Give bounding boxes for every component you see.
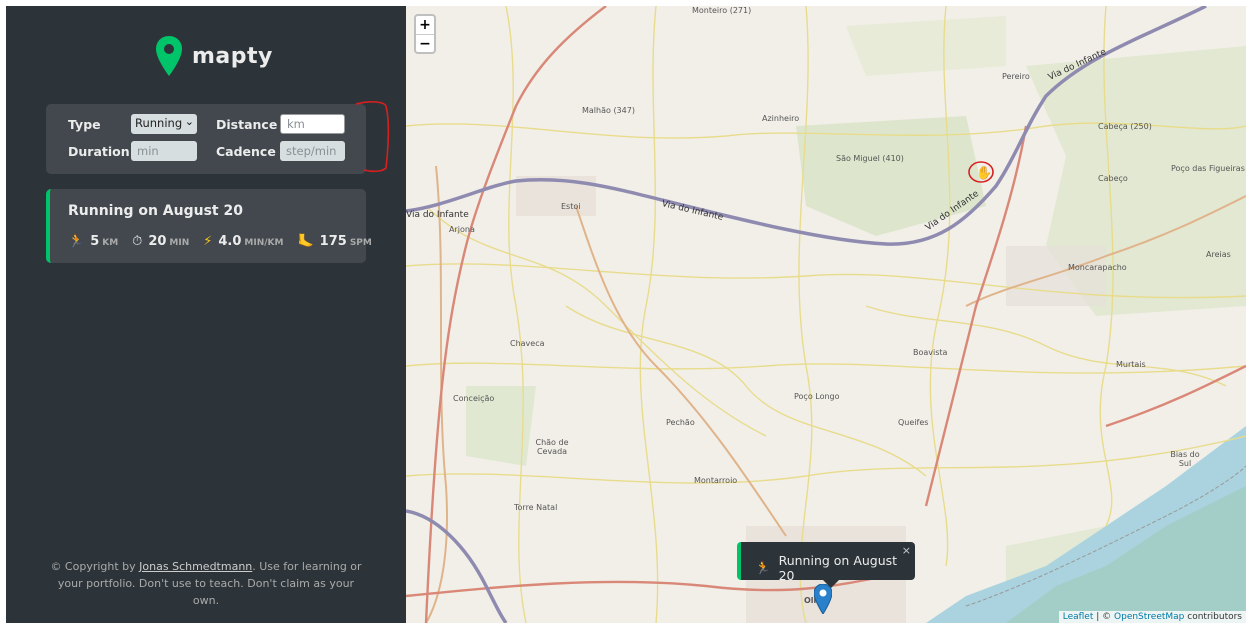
map[interactable]: ✋ + − Monteiro (271) Malhão (347) Azinhe…	[406, 6, 1246, 623]
logo: mapty	[156, 36, 273, 76]
place-label: Torre Natal	[514, 503, 558, 512]
attribution-separator: | ©	[1093, 612, 1115, 622]
duration-input[interactable]	[131, 141, 197, 161]
zoom-out-button[interactable]: −	[416, 34, 434, 52]
sidebar: mapty Type Running ⌄ Distance Duration C…	[6, 6, 406, 623]
place-label: Estoi	[561, 202, 581, 211]
app-window: mapty Type Running ⌄ Distance Duration C…	[6, 6, 1246, 623]
place-label: Cabeço	[1098, 174, 1128, 183]
footprint-icon: 🦶	[297, 234, 314, 249]
cadence-input[interactable]	[280, 141, 345, 161]
cadence-value: 175	[319, 234, 347, 249]
distance-value: 5	[90, 234, 100, 249]
type-select[interactable]: Running ⌄	[131, 114, 197, 134]
place-label: Arjona	[449, 225, 475, 234]
close-icon[interactable]: ×	[902, 544, 911, 557]
place-label: Queifes	[898, 418, 929, 427]
cadence-label: Cadence	[216, 144, 276, 159]
workout-popup[interactable]: 🏃 Running on August 20 ×	[737, 542, 915, 588]
runner-icon: 🏃	[755, 560, 771, 575]
map-attribution: Leaflet | © OpenStreetMap contributors	[1058, 611, 1246, 623]
road-label: Via do Infante	[406, 210, 469, 220]
workout-duration: ⏱ 20 MIN	[132, 234, 189, 249]
duration-unit: MIN	[169, 238, 190, 248]
place-label: Conceição	[453, 394, 495, 403]
popup-text: Running on August 20	[778, 553, 898, 583]
workout-distance: 🏃 5 KM	[68, 234, 118, 249]
place-label: Moncarapacho	[1068, 263, 1127, 272]
red-bracket-annotation	[355, 101, 390, 173]
duration-value: 20	[148, 234, 167, 249]
workout-form: Type Running ⌄ Distance Duration Cadence	[46, 104, 366, 174]
place-label: Chão de Cevada	[535, 438, 569, 456]
place-label: Chaveca	[510, 339, 545, 348]
form-row-2: Duration Cadence	[46, 141, 366, 163]
runner-icon: 🏃	[68, 234, 85, 249]
workout-details: 🏃 5 KM ⏱ 20 MIN ⚡ 4.0 MIN/KM 🦶 175 SPM	[68, 234, 386, 249]
zoom-control: + −	[414, 14, 436, 54]
place-label: Azinheiro	[762, 114, 800, 123]
place-label: Pereiro	[1002, 72, 1030, 81]
logo-text: mapty	[192, 43, 273, 69]
stopwatch-icon: ⏱	[132, 234, 143, 249]
place-label: Murtais	[1116, 360, 1146, 369]
map-tiles: ✋	[406, 6, 1246, 623]
workout-cadence: 🦶 175 SPM	[297, 234, 371, 249]
lightning-icon: ⚡	[203, 234, 213, 249]
workout-title: Running on August 20	[68, 203, 243, 219]
place-label: Cabeça (250)	[1098, 122, 1152, 131]
pace-unit: MIN/KM	[244, 238, 284, 248]
place-label: Pechão	[666, 418, 695, 427]
leaflet-link[interactable]: Leaflet	[1063, 612, 1094, 622]
distance-input[interactable]	[280, 114, 345, 134]
place-label: Boavista	[913, 348, 948, 357]
map-marker-icon[interactable]	[814, 584, 832, 614]
map-pin-logo-icon	[156, 36, 182, 76]
type-label: Type	[68, 117, 101, 132]
form-row-1: Type Running ⌄ Distance	[46, 114, 366, 136]
zoom-in-button[interactable]: +	[416, 16, 434, 34]
type-select-value: Running	[135, 116, 183, 130]
place-label: Montarroio	[694, 476, 738, 485]
distance-label: Distance	[216, 117, 278, 132]
osm-link[interactable]: OpenStreetMap	[1114, 612, 1184, 622]
author-link[interactable]: Jonas Schmedtmann	[139, 560, 252, 573]
attribution-tail: contributors	[1184, 612, 1242, 622]
hand-cursor-icon: ✋	[976, 165, 992, 181]
place-label: Monteiro (271)	[692, 6, 752, 15]
pace-value: 4.0	[218, 234, 242, 249]
place-label: Poço Longo	[794, 392, 840, 401]
cadence-unit: SPM	[349, 238, 372, 248]
popup-content: 🏃 Running on August 20	[755, 553, 915, 583]
place-label: Poço das Figueiras	[1171, 164, 1245, 173]
place-label: Bias do Sul	[1170, 450, 1200, 468]
place-label: Areias	[1206, 250, 1231, 259]
workout-pace: ⚡ 4.0 MIN/KM	[203, 234, 283, 249]
chevron-down-icon: ⌄	[182, 115, 194, 128]
place-label: São Miguel (410)	[836, 154, 904, 163]
workout-item[interactable]: Running on August 20 🏃 5 KM ⏱ 20 MIN ⚡ 4…	[46, 189, 372, 263]
copyright: © Copyright by Jonas Schmedtmann. Use fo…	[46, 558, 366, 609]
distance-unit: KM	[102, 238, 119, 248]
copyright-prefix: © Copyright by	[50, 560, 140, 573]
place-label: Malhão (347)	[582, 106, 635, 115]
duration-label: Duration	[68, 144, 130, 159]
